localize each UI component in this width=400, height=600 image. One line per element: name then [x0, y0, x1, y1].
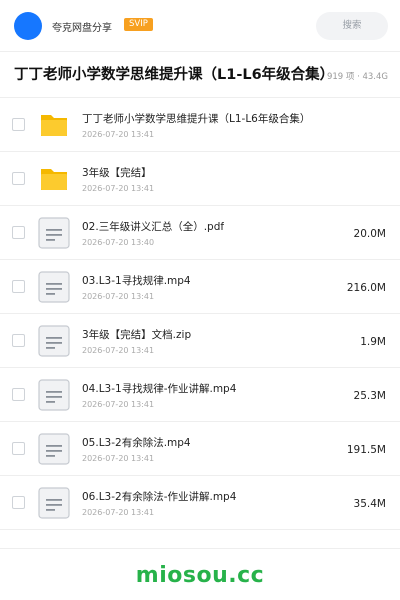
file-name: 02.三年级讲义汇总（全）.pdf: [82, 221, 225, 233]
file-date: 2026-07-20 13:40: [82, 238, 155, 247]
list-item[interactable]: 05.L3-2有余除法.mp4 2026-07-20 13:41 191.5M: [0, 422, 400, 476]
user-name: 夸克网盘分享: [52, 23, 112, 34]
list-item[interactable]: 06.L3-2有余除法-作业讲解.mp4 2026-07-20 13:41 35…: [0, 476, 400, 530]
page-title: 丁丁老师小学数学思维提升课（L1-L6年级合集）: [14, 67, 334, 83]
document-icon: [38, 271, 70, 303]
document-icon: [38, 433, 70, 465]
select-checkbox[interactable]: [12, 172, 25, 185]
list-item[interactable]: 02.三年级讲义汇总（全）.pdf 2026-07-20 13:40 20.0M: [0, 206, 400, 260]
footer: miosou.cc: [0, 548, 400, 600]
file-date: 2026-07-20 13:41: [82, 454, 155, 463]
file-name: 05.L3-2有余除法.mp4: [82, 437, 191, 449]
document-icon: [38, 379, 70, 411]
folder-meta: 919 项 · 43.4G: [324, 70, 388, 82]
document-icon: [38, 217, 70, 249]
file-date: 2026-07-20 13:41: [82, 130, 155, 139]
list-item[interactable]: 03.L3-1寻找规律.mp4 2026-07-20 13:41 216.0M: [0, 260, 400, 314]
list-item[interactable]: 3年级【完结】 2026-07-20 13:41: [0, 152, 400, 206]
svip-badge: SVIP: [124, 18, 153, 31]
header-bar: 夸克网盘分享 SVIP 搜索: [0, 0, 400, 52]
file-size: 35.4M: [353, 498, 386, 510]
file-size: 191.5M: [346, 444, 386, 456]
folder-title-row: 丁丁老师小学数学思维提升课（L1-L6年级合集） 919 项 · 43.4G: [0, 52, 400, 98]
select-checkbox[interactable]: [12, 334, 25, 347]
site-brand[interactable]: miosou.cc: [136, 563, 264, 588]
file-name: 06.L3-2有余除法-作业讲解.mp4: [82, 491, 237, 503]
select-checkbox[interactable]: [12, 442, 25, 455]
list-item[interactable]: 3年级【完结】文档.zip 2026-07-20 13:41 1.9M: [0, 314, 400, 368]
file-size: 25.3M: [353, 390, 386, 402]
file-size: 1.9M: [360, 336, 386, 348]
file-date: 2026-07-20 13:41: [82, 292, 155, 301]
file-size: 216.0M: [346, 282, 386, 294]
file-name: 丁丁老师小学数学思维提升课（L1-L6年级合集）: [82, 113, 311, 125]
select-checkbox[interactable]: [12, 280, 25, 293]
select-checkbox[interactable]: [12, 226, 25, 239]
folder-icon: [38, 109, 70, 141]
list-item[interactable]: 丁丁老师小学数学思维提升课（L1-L6年级合集） 2026-07-20 13:4…: [0, 98, 400, 152]
document-icon: [38, 325, 70, 357]
file-date: 2026-07-20 13:41: [82, 400, 155, 409]
document-icon: [38, 487, 70, 519]
file-date: 2026-07-20 13:41: [82, 346, 155, 355]
select-checkbox[interactable]: [12, 496, 25, 509]
file-date: 2026-07-20 13:41: [82, 508, 155, 517]
search-input[interactable]: 搜索: [316, 12, 388, 40]
file-name: 3年级【完结】文档.zip: [82, 329, 192, 341]
file-share-page: 夸克网盘分享 SVIP 搜索 丁丁老师小学数学思维提升课（L1-L6年级合集） …: [0, 0, 400, 600]
file-name: 3年级【完结】: [82, 167, 152, 179]
avatar[interactable]: [14, 12, 42, 40]
list-item[interactable]: 04.L3-1寻找规律-作业讲解.mp4 2026-07-20 13:41 25…: [0, 368, 400, 422]
select-checkbox[interactable]: [12, 118, 25, 131]
file-name: 04.L3-1寻找规律-作业讲解.mp4: [82, 383, 237, 395]
folder-icon: [38, 163, 70, 195]
file-name: 03.L3-1寻找规律.mp4: [82, 275, 191, 287]
file-date: 2026-07-20 13:41: [82, 184, 155, 193]
file-list: 丁丁老师小学数学思维提升课（L1-L6年级合集） 2026-07-20 13:4…: [0, 98, 400, 530]
select-checkbox[interactable]: [12, 388, 25, 401]
file-size: 20.0M: [353, 228, 386, 240]
